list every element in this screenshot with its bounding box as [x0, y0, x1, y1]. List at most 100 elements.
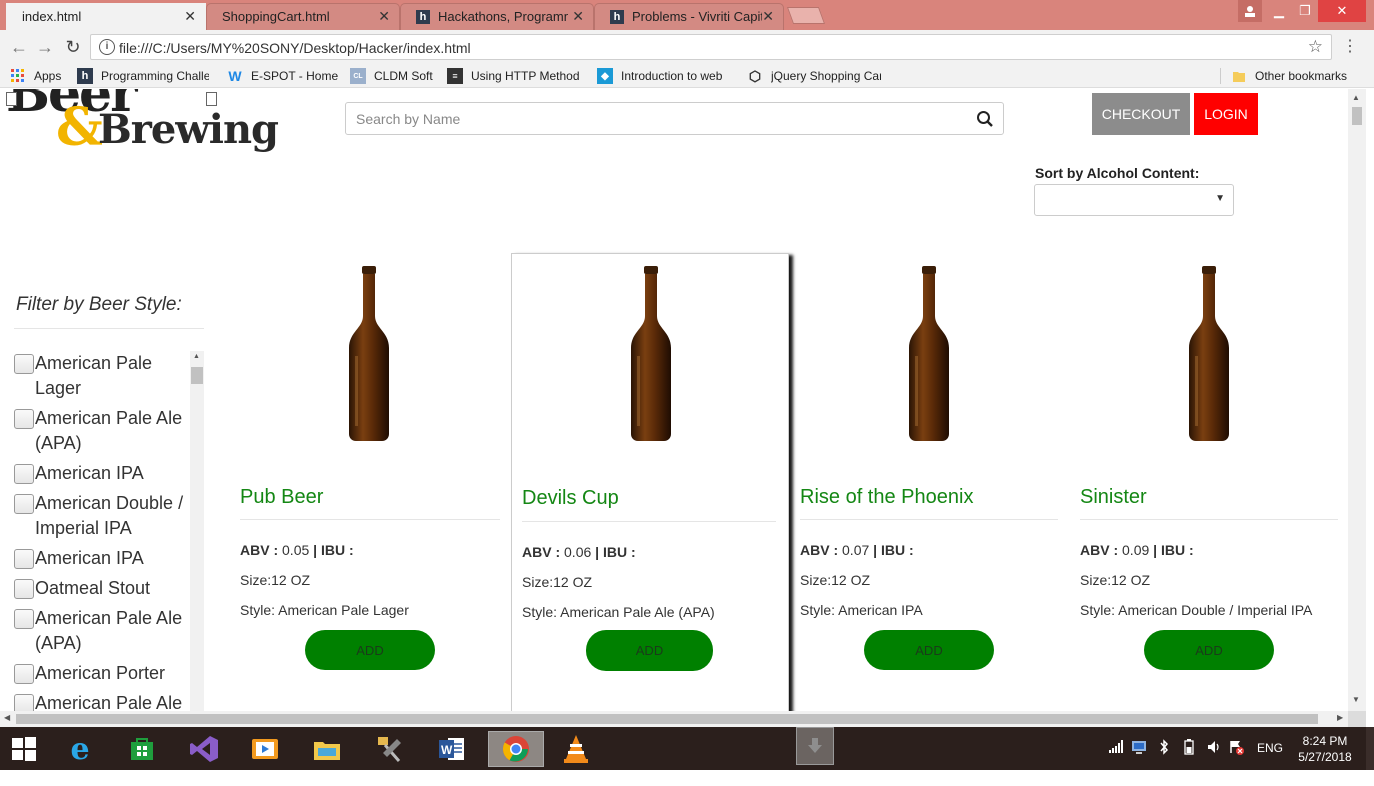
new-tab-button[interactable]: [786, 7, 826, 24]
battery-icon[interactable]: [1184, 739, 1194, 758]
vlc-icon[interactable]: [556, 731, 596, 767]
filter-item[interactable]: American IPA: [14, 546, 190, 571]
internet-explorer-icon[interactable]: e: [60, 731, 100, 767]
product-card-highlighted: Devils Cup ABV : 0.06 | IBU : Size:12 OZ…: [511, 253, 789, 711]
address-bar[interactable]: i file:///C:/Users/MY%20SONY/Desktop/Hac…: [90, 34, 1332, 60]
restore-icon[interactable]: ❐: [1292, 0, 1318, 22]
filter-checkbox[interactable]: [14, 549, 34, 569]
product-style: Style: American Pale Lager: [240, 602, 409, 618]
filter-item[interactable]: American Pale Ale (APA): [14, 606, 190, 656]
product-size: Size:12 OZ: [522, 574, 593, 590]
add-to-cart-button[interactable]: ADD: [305, 630, 435, 670]
clock[interactable]: 8:24 PM 5/27/2018: [1290, 733, 1360, 765]
checkout-button[interactable]: CHECKOUT: [1092, 93, 1190, 135]
scroll-thumb[interactable]: [191, 367, 203, 384]
bookmark-other[interactable]: Other bookmarks: [1231, 68, 1347, 84]
filter-item[interactable]: Oatmeal Stout: [14, 576, 190, 601]
bookmark-e-spot[interactable]: W E-SPOT - Home: [227, 68, 338, 84]
search-input[interactable]: [356, 109, 956, 129]
store-icon[interactable]: [122, 731, 162, 767]
info-icon[interactable]: i: [99, 39, 115, 55]
download-icon[interactable]: [796, 727, 834, 765]
product-name[interactable]: Sinister: [1080, 486, 1147, 509]
product-name[interactable]: Devils Cup: [522, 487, 619, 510]
ibu-label: | IBU :: [595, 544, 636, 560]
login-button[interactable]: LOGIN: [1194, 93, 1258, 135]
product-name[interactable]: Pub Beer: [240, 486, 323, 509]
sort-select[interactable]: ▼: [1034, 184, 1234, 216]
ibu-label: | IBU :: [313, 542, 354, 558]
page-horizontal-scrollbar[interactable]: ◀ ▶: [0, 711, 1348, 727]
language-indicator[interactable]: ENG: [1257, 741, 1283, 755]
filter-checkbox[interactable]: [14, 694, 34, 711]
visual-studio-icon[interactable]: [184, 731, 224, 767]
bookmark-programming-challe[interactable]: h Programming Challe: [77, 68, 209, 84]
file-explorer-icon[interactable]: [307, 731, 347, 767]
filter-item[interactable]: American Pale Ale (APA): [14, 406, 190, 456]
scroll-up-icon[interactable]: ▲: [193, 353, 200, 360]
network-app-icon[interactable]: [1131, 739, 1147, 758]
close-icon[interactable]: ✕: [572, 8, 584, 25]
screen-bottom-margin: [0, 770, 1374, 786]
filter-checkbox[interactable]: [14, 409, 34, 429]
add-to-cart-button[interactable]: ADD: [864, 630, 994, 670]
filter-item[interactable]: American IPA: [14, 461, 190, 486]
volume-icon[interactable]: [1206, 739, 1222, 758]
bookmark-intro-web[interactable]: ◆ Introduction to web: [597, 68, 727, 84]
close-window-icon[interactable]: ✕: [1318, 0, 1366, 22]
media-player-icon[interactable]: [245, 731, 285, 767]
forward-icon[interactable]: →: [34, 36, 56, 58]
bookmark-cldm-soft[interactable]: CL CLDM Soft: [350, 68, 433, 84]
back-icon[interactable]: ←: [8, 36, 30, 58]
scroll-thumb[interactable]: [16, 714, 1318, 724]
filter-checkbox[interactable]: [14, 494, 34, 514]
scroll-left-icon[interactable]: ◀: [4, 713, 10, 722]
menu-icon[interactable]: ⋮: [1342, 36, 1358, 56]
tab-hackathons[interactable]: h Hackathons, Programmin ✕: [400, 3, 594, 30]
product-name[interactable]: Rise of the Phoenix: [800, 486, 973, 509]
filter-item[interactable]: American Double / Imperial IPA: [14, 491, 190, 541]
windows-start-icon[interactable]: [4, 731, 44, 767]
tab-shoppingcart[interactable]: ShoppingCart.html ✕: [206, 3, 400, 106]
scroll-down-icon[interactable]: ▼: [1352, 695, 1360, 704]
filter-item[interactable]: American Porter: [14, 661, 190, 686]
bookmark-apps[interactable]: Apps: [10, 68, 61, 84]
product-abv-ibu: ABV : 0.05 | IBU :: [240, 542, 354, 558]
add-to-cart-button[interactable]: ADD: [586, 630, 713, 671]
action-center-icon[interactable]: [1228, 739, 1244, 758]
profile-icon[interactable]: [1238, 0, 1262, 22]
word-icon[interactable]: W: [432, 731, 472, 767]
tab-problems[interactable]: h Problems - Vivriti Capital ✕: [594, 3, 784, 30]
scroll-right-icon[interactable]: ▶: [1337, 713, 1343, 722]
star-icon[interactable]: ☆: [1308, 37, 1323, 57]
bluetooth-icon[interactable]: [1158, 739, 1170, 758]
show-desktop-button[interactable]: [1366, 727, 1374, 770]
filter-checkbox[interactable]: [14, 664, 34, 684]
filter-checkbox[interactable]: [14, 464, 34, 484]
filter-item[interactable]: American Pale Lager: [14, 351, 190, 401]
filter-item[interactable]: American Pale Ale (APA): [14, 691, 190, 711]
tab-index-html[interactable]: index.html ✕: [6, 3, 206, 106]
add-to-cart-button[interactable]: ADD: [1144, 630, 1274, 670]
minimize-icon[interactable]: ▁: [1266, 0, 1292, 22]
chrome-icon[interactable]: [488, 731, 544, 767]
scroll-thumb[interactable]: [1352, 107, 1362, 125]
beer-brewing-logo[interactable]: Beer & Brewing: [0, 89, 300, 161]
tools-icon[interactable]: [370, 731, 410, 767]
close-icon[interactable]: ✕: [378, 8, 390, 25]
filter-checkbox[interactable]: [14, 579, 34, 599]
scroll-up-icon[interactable]: ▲: [1352, 93, 1360, 102]
close-icon[interactable]: ✕: [762, 8, 774, 25]
product-style: Style: American Pale Ale (APA): [522, 604, 715, 620]
filter-scrollbar[interactable]: ▲: [190, 351, 204, 711]
signal-icon[interactable]: [1108, 739, 1124, 756]
filter-checkbox[interactable]: [14, 354, 34, 374]
bookmark-http-method[interactable]: ≡ Using HTTP Method: [447, 68, 581, 84]
filter-checkbox[interactable]: [14, 609, 34, 629]
close-icon[interactable]: ✕: [184, 8, 196, 25]
product-abv-ibu: ABV : 0.07 | IBU :: [800, 542, 914, 558]
reload-icon[interactable]: ↻: [62, 36, 84, 58]
search-icon[interactable]: [976, 110, 994, 128]
bookmark-jquery-cart[interactable]: ⬡ jQuery Shopping Car: [747, 68, 881, 84]
page-vertical-scrollbar[interactable]: ▲ ▼: [1348, 89, 1366, 711]
